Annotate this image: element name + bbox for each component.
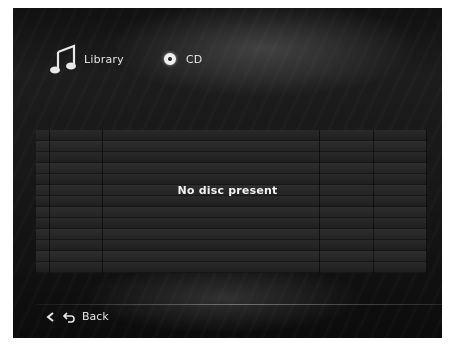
table-column (36, 130, 50, 273)
track-table (36, 130, 427, 273)
back-arrow-icon (62, 311, 75, 323)
empty-state-message: No disc present (177, 184, 278, 197)
left-arrow-icon (46, 311, 54, 322)
media-player-screen: Library CD No disc present Back (13, 8, 442, 338)
table-column (320, 130, 374, 273)
bottom-divider (36, 304, 442, 305)
music-note-icon (50, 44, 76, 74)
table-column (103, 130, 320, 273)
nav-library-label: Library (84, 52, 124, 66)
table-columns (36, 130, 427, 273)
nav-cd-label: CD (185, 52, 203, 66)
table-column (374, 130, 427, 273)
nav-cd[interactable]: CD (163, 52, 203, 66)
back-label: Back (82, 310, 109, 323)
back-navigation[interactable]: Back (46, 310, 109, 323)
top-navigation: Library CD (48, 38, 202, 80)
nav-library[interactable]: Library (48, 42, 124, 76)
table-column (50, 130, 103, 273)
cd-disc-icon (163, 53, 176, 65)
